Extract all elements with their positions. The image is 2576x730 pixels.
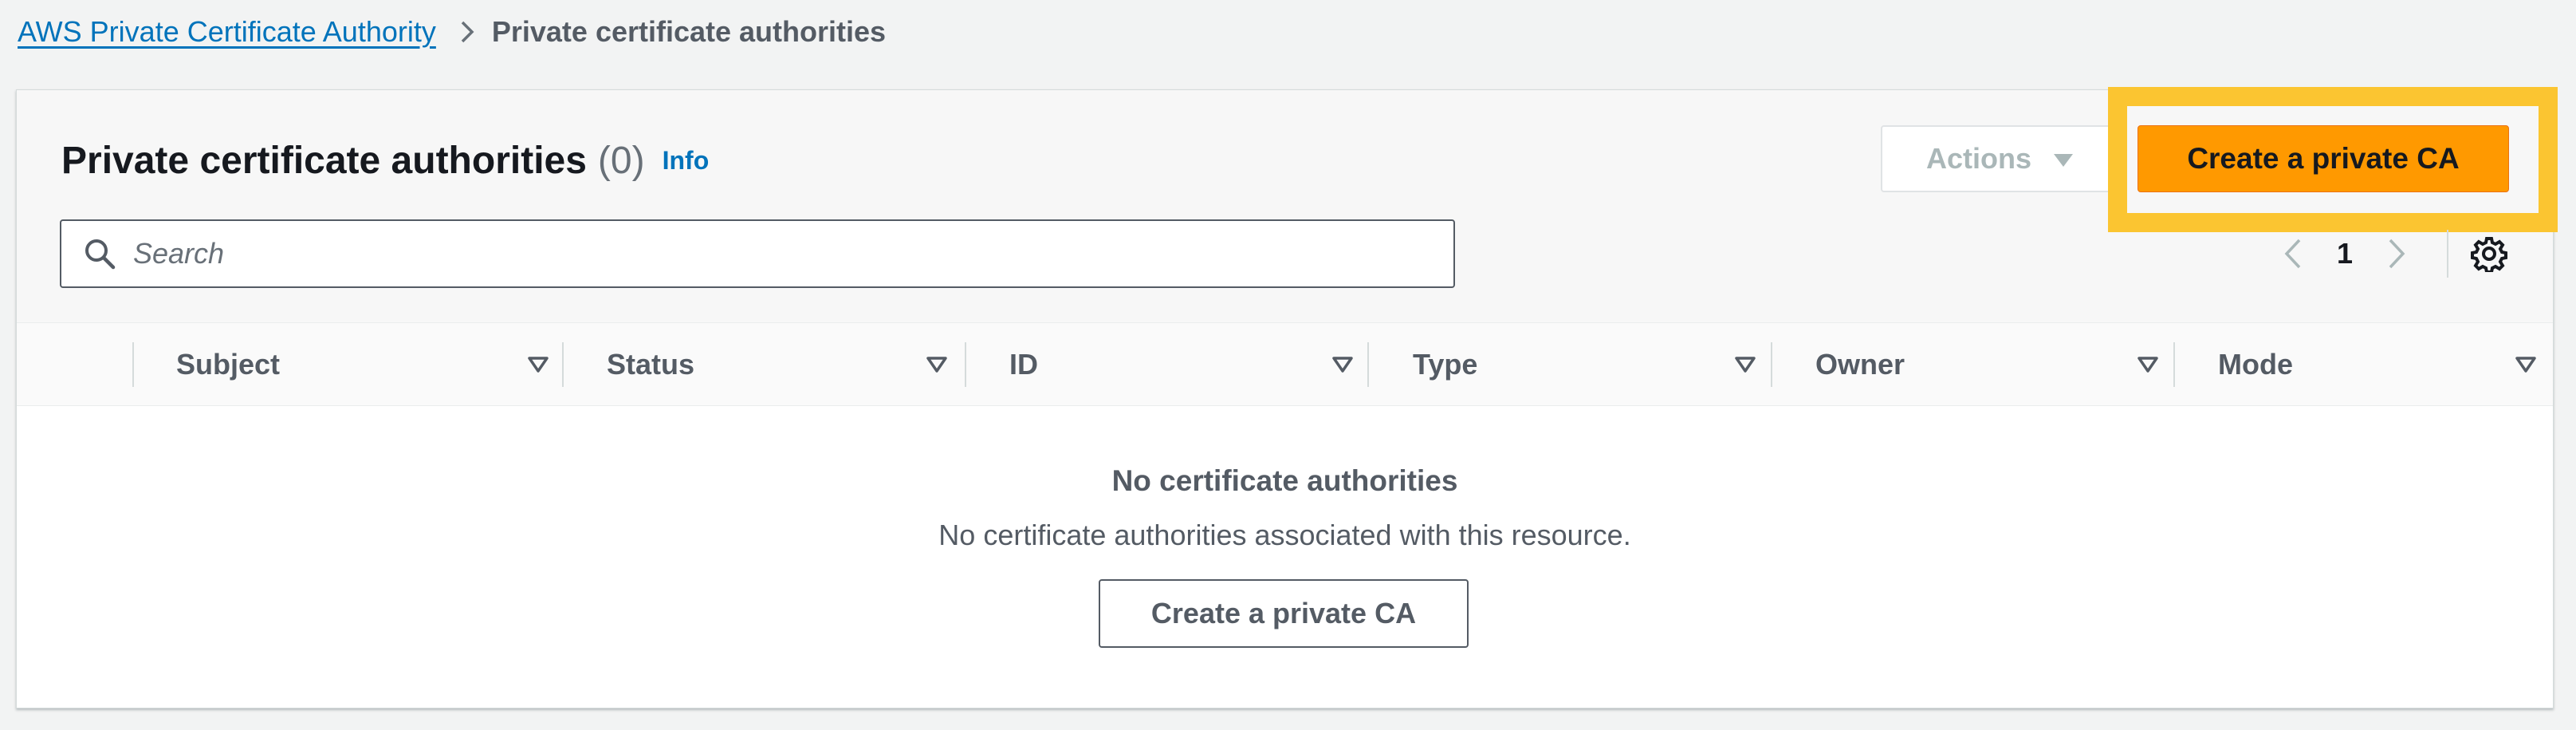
column-separator <box>562 342 564 387</box>
sort-caret-icon <box>2515 356 2537 373</box>
empty-state <box>17 406 2553 708</box>
settings-gear-icon[interactable] <box>2471 235 2507 272</box>
table-header-panel: Private certificate authorities (0) Info… <box>17 87 2558 323</box>
column-label: Status <box>607 348 695 381</box>
page-title: Private certificate authorities <box>61 139 587 182</box>
sort-caret-icon <box>2137 356 2159 373</box>
chevron-right-icon <box>460 20 474 44</box>
column-header-status[interactable]: Status <box>607 323 958 406</box>
column-header-subject[interactable]: Subject <box>176 323 559 406</box>
search-field[interactable] <box>60 219 1455 288</box>
table-column-header-row: Subject Status ID Type Owner Mode <box>17 323 2553 406</box>
column-separator <box>132 342 134 387</box>
column-header-id[interactable]: ID <box>1009 323 1360 406</box>
search-icon <box>68 238 132 270</box>
empty-state-heading: No certificate authorities <box>1111 464 1458 497</box>
pagination: 1 <box>2265 227 2507 280</box>
pagination-divider <box>2447 230 2448 278</box>
sort-caret-icon <box>926 356 948 373</box>
sort-caret-icon <box>1331 356 1354 373</box>
sort-caret-icon <box>527 356 549 373</box>
column-separator <box>2173 342 2175 387</box>
actions-label: Actions <box>1925 142 2031 175</box>
column-separator <box>1771 342 1772 387</box>
page-number[interactable]: 1 <box>2321 237 2369 270</box>
breadcrumb-link-private-ca[interactable]: AWS Private Certificate Authority <box>18 15 436 49</box>
column-label: ID <box>1009 348 1038 381</box>
info-link[interactable]: Info <box>663 146 710 176</box>
breadcrumb: AWS Private Certificate Authority Privat… <box>18 11 886 53</box>
actions-button[interactable]: Actions <box>1881 125 2120 192</box>
item-count: (0) <box>597 139 645 182</box>
column-label: Owner <box>1815 348 1905 381</box>
sort-caret-icon <box>1734 356 1756 373</box>
caret-down-icon <box>2052 142 2075 176</box>
column-header-mode[interactable]: Mode <box>2218 323 2553 406</box>
empty-state-description: No certificate authorities associated wi… <box>938 519 1631 551</box>
breadcrumb-current: Private certificate authorities <box>491 15 887 48</box>
column-label: Subject <box>176 348 281 381</box>
column-header-owner[interactable]: Owner <box>1815 323 2166 406</box>
column-separator <box>965 342 966 387</box>
empty-state-create-button[interactable]: Create a private CA <box>1099 579 1469 648</box>
search-input[interactable] <box>132 230 1407 278</box>
column-separator <box>1367 342 1369 387</box>
column-header-type[interactable]: Type <box>1413 323 1764 406</box>
chevron-right-icon[interactable] <box>2369 238 2425 270</box>
title-row: Private certificate authorities (0) Info <box>61 132 709 189</box>
chevron-left-icon[interactable] <box>2265 238 2321 270</box>
column-label: Mode <box>2218 348 2293 381</box>
highlight-frame <box>2108 87 2558 232</box>
column-label: Type <box>1413 348 1478 381</box>
